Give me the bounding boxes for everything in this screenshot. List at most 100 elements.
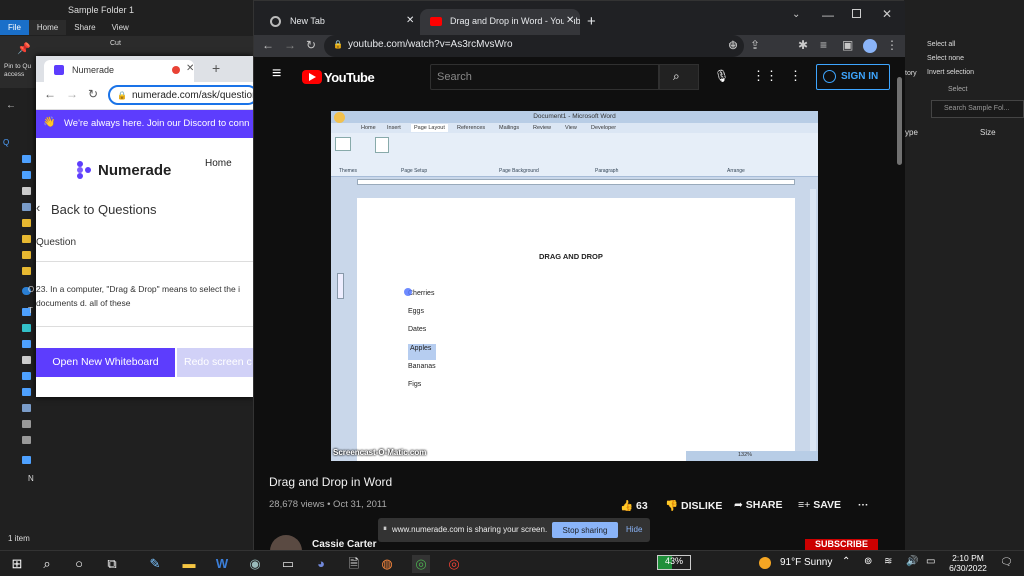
more-actions-icon[interactable]: ··· bbox=[858, 499, 869, 511]
cortana-icon[interactable]: ○ bbox=[70, 555, 88, 573]
documents-icon[interactable] bbox=[22, 356, 31, 364]
media-icon[interactable]: ≡ bbox=[820, 38, 827, 52]
documents-icon[interactable] bbox=[22, 187, 31, 195]
3d-objects-icon[interactable] bbox=[22, 324, 31, 332]
back-arrow-icon[interactable]: ← bbox=[6, 100, 16, 111]
select-all-button[interactable]: Select all bbox=[927, 41, 955, 48]
network-icon[interactable] bbox=[22, 456, 31, 464]
forward-arrow-icon[interactable]: → bbox=[66, 87, 78, 101]
folder-icon[interactable] bbox=[22, 267, 31, 275]
reload-icon[interactable]: ↻ bbox=[88, 87, 98, 101]
chevron-left-icon[interactable]: ‹ bbox=[36, 200, 40, 215]
numerade-logo[interactable]: Numerade bbox=[98, 162, 171, 179]
system-clock[interactable]: 2:10 PM 6/30/2022 bbox=[948, 553, 988, 573]
close-tab-icon[interactable]: ✕ bbox=[406, 15, 414, 26]
folder-icon[interactable] bbox=[22, 219, 31, 227]
numerade-tab[interactable]: Numerade ✕ bbox=[44, 60, 194, 82]
extensions-icon[interactable]: ✱ bbox=[798, 38, 808, 52]
videos-icon[interactable] bbox=[22, 420, 31, 428]
folder-icon[interactable] bbox=[22, 251, 31, 259]
numerade-url-input[interactable]: 🔒 numerade.com/ask/question/ bbox=[108, 85, 258, 105]
discord-banner[interactable]: 👋 We're always here. Join our Discord to… bbox=[36, 110, 253, 138]
pictures-icon[interactable] bbox=[22, 203, 31, 211]
column-type[interactable]: ype bbox=[905, 128, 918, 137]
back-arrow-icon[interactable]: ← bbox=[262, 38, 274, 52]
chrome-icon[interactable]: ◎ bbox=[445, 555, 463, 573]
battery-icon[interactable]: ▭ bbox=[926, 556, 935, 567]
side-panel-icon[interactable]: ▣ bbox=[842, 38, 853, 52]
channel-name[interactable]: Cassie Carter bbox=[312, 539, 376, 550]
windows-start-icon[interactable]: ⊞ bbox=[8, 555, 26, 573]
channel-avatar[interactable] bbox=[270, 535, 302, 551]
minimize-icon[interactable]: — bbox=[822, 8, 834, 22]
close-tab-icon[interactable]: ✕ bbox=[564, 15, 575, 26]
tab-new-tab[interactable]: New Tab ✕ bbox=[260, 9, 420, 35]
chrome-omnibox[interactable]: 🔒 youtube.com/watch?v=As3rcMvsWro ☆ bbox=[324, 35, 744, 57]
chevron-up-icon[interactable]: ⌃ bbox=[842, 556, 850, 567]
file-explorer-icon[interactable]: ▬ bbox=[180, 555, 198, 573]
stop-sharing-button[interactable]: Stop sharing bbox=[552, 522, 618, 538]
music-icon[interactable] bbox=[22, 388, 31, 396]
downloads-icon[interactable] bbox=[22, 372, 31, 380]
profile-avatar-icon[interactable] bbox=[863, 39, 877, 53]
hide-button[interactable]: Hide bbox=[626, 525, 642, 534]
share-button[interactable]: ➦ SHARE bbox=[734, 499, 783, 511]
dislike-button[interactable]: 👎 DISLIKE bbox=[665, 499, 722, 512]
ribbon-tab-share[interactable]: Share bbox=[66, 20, 103, 35]
youtube-search-input[interactable]: Search bbox=[430, 64, 659, 90]
microphone-icon[interactable]: 🎙 bbox=[714, 69, 729, 83]
youtube-search-button[interactable]: ⌕ bbox=[659, 64, 699, 90]
forward-arrow-icon[interactable]: → bbox=[284, 38, 296, 52]
install-icon[interactable]: ⊕ bbox=[728, 38, 738, 52]
steam-icon[interactable]: ◉ bbox=[246, 555, 264, 573]
wifi-icon[interactable]: ≋ bbox=[884, 556, 892, 567]
folder-icon[interactable] bbox=[22, 235, 31, 243]
new-tab-icon[interactable]: + bbox=[587, 13, 596, 30]
maximize-icon[interactable] bbox=[852, 9, 861, 18]
column-size[interactable]: Size bbox=[980, 128, 996, 137]
share-icon[interactable]: ⇪ bbox=[750, 38, 760, 52]
back-arrow-icon[interactable]: ← bbox=[44, 87, 56, 101]
youtube-logo[interactable]: YouTube bbox=[324, 70, 375, 85]
page-scrollbar[interactable] bbox=[897, 77, 902, 165]
downloads-icon[interactable] bbox=[22, 171, 31, 179]
discord-icon[interactable]: ◕ bbox=[312, 555, 330, 573]
firefox-icon[interactable]: ◍ bbox=[378, 555, 396, 573]
network-icon[interactable]: ⊚ bbox=[864, 556, 872, 567]
task-view-icon[interactable]: ⧉ bbox=[103, 555, 121, 573]
hamburger-menu-icon[interactable]: ≡ bbox=[272, 65, 281, 83]
save-button[interactable]: ≡+ SAVE bbox=[798, 499, 841, 511]
tab-youtube[interactable]: Drag and Drop in Word - YouTub ✕ bbox=[420, 9, 580, 35]
notes-app-icon[interactable]: ✎ bbox=[146, 555, 164, 573]
local-disk-icon[interactable] bbox=[22, 436, 31, 444]
home-link[interactable]: Home bbox=[205, 158, 232, 169]
select-none-button[interactable]: Select none bbox=[927, 55, 964, 62]
apps-grid-icon[interactable]: ⋮⋮ bbox=[752, 68, 778, 84]
settings-menu-icon[interactable]: ⋮ bbox=[789, 68, 802, 84]
search-icon[interactable]: ⌕ bbox=[38, 555, 56, 573]
video-player[interactable]: Document1 - Microsoft Word Home Insert P… bbox=[331, 111, 818, 461]
document-icon[interactable]: 🗎 bbox=[345, 555, 363, 573]
weather-widget[interactable]: 91°F Sunny bbox=[780, 557, 832, 568]
word-icon[interactable]: W bbox=[213, 555, 231, 573]
pictures-icon[interactable] bbox=[22, 404, 31, 412]
close-window-icon[interactable]: ✕ bbox=[882, 7, 892, 21]
ribbon-tab-view[interactable]: View bbox=[104, 20, 137, 35]
battery-indicator[interactable]: 43% bbox=[657, 555, 691, 570]
like-button[interactable]: 👍 63 bbox=[620, 499, 648, 512]
volume-icon[interactable]: 🔊 bbox=[906, 556, 918, 567]
open-whiteboard-button[interactable]: Open New Whiteboard bbox=[36, 348, 175, 377]
reload-icon[interactable]: ↻ bbox=[306, 38, 316, 52]
explorer-search-input[interactable]: Search Sample Fol... bbox=[931, 100, 1024, 118]
invert-selection-button[interactable]: Invert selection bbox=[927, 69, 974, 76]
chevron-down-icon[interactable]: ⌄ bbox=[792, 9, 800, 20]
new-tab-icon[interactable]: + bbox=[212, 60, 220, 76]
ribbon-tab-home[interactable]: Home bbox=[28, 20, 67, 35]
desktop-icon[interactable] bbox=[22, 155, 31, 163]
terminal-icon[interactable]: ▭ bbox=[279, 555, 297, 573]
chrome-icon[interactable]: ◎ bbox=[412, 555, 430, 573]
notifications-icon[interactable]: 🗨 bbox=[1000, 557, 1013, 568]
desktop-icon[interactable] bbox=[22, 340, 31, 348]
pin-icon[interactable]: 📌 bbox=[17, 42, 31, 55]
chrome-menu-icon[interactable]: ⋮ bbox=[886, 38, 898, 52]
